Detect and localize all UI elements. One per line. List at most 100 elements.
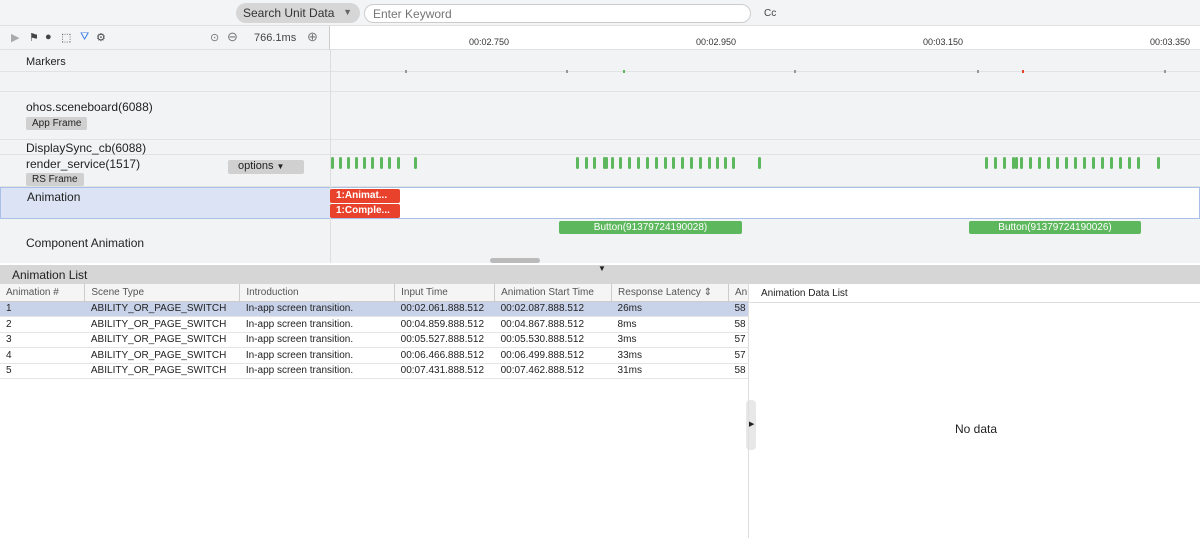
table-cell: 00:02.087.888.512: [494, 301, 612, 317]
rs-frame-bar[interactable]: [646, 157, 649, 169]
rs-frame-bar[interactable]: [1157, 157, 1160, 169]
rs-frame-bar[interactable]: [1003, 157, 1006, 169]
rs-frame-bar[interactable]: [699, 157, 702, 169]
rs-frame-bar[interactable]: [758, 157, 761, 169]
marker-tick[interactable]: [623, 70, 625, 73]
rs-frame-bar[interactable]: [994, 157, 997, 169]
rs-frame-bar[interactable]: [690, 157, 693, 169]
rs-frame-bar[interactable]: [664, 157, 667, 169]
table-cell: ABILITY_OR_PAGE_SWITCH: [84, 347, 240, 364]
rs-frame-bar[interactable]: [1083, 157, 1086, 169]
play-icon[interactable]: ▶: [11, 31, 19, 44]
search-type-select[interactable]: Search Unit Data ▼: [236, 3, 360, 23]
collapse-panel-icon[interactable]: ▼: [598, 264, 606, 273]
rs-frame-bar[interactable]: [1110, 157, 1113, 169]
rs-frame-bar[interactable]: [672, 157, 675, 169]
rs-frame-bar[interactable]: [1029, 157, 1032, 169]
column-header[interactable]: An: [728, 284, 748, 302]
table-cell: 00:06.466.888.512: [394, 347, 495, 364]
rs-frame-bar[interactable]: [716, 157, 719, 169]
rs-frame-bar[interactable]: [380, 157, 383, 169]
horizontal-scrollbar[interactable]: [490, 258, 540, 263]
time-ruler[interactable]: 00:02.750 00:02.950 00:03.150 00:03.350: [330, 26, 1200, 50]
rs-frame-bar[interactable]: [397, 157, 400, 169]
match-case-toggle[interactable]: Cc: [764, 8, 776, 19]
rs-frame-bar[interactable]: [1074, 157, 1077, 169]
column-header[interactable]: Input Time: [394, 284, 496, 302]
marker-tick[interactable]: [405, 70, 407, 73]
rs-frame-bar[interactable]: [585, 157, 588, 169]
column-header[interactable]: Scene Type: [84, 284, 241, 302]
rs-frame-bar[interactable]: [371, 157, 374, 169]
rs-frame-bar[interactable]: [363, 157, 366, 169]
rs-frame-bar[interactable]: [619, 157, 622, 169]
table-cell: 1: [0, 301, 85, 317]
rs-frame-bar[interactable]: [1065, 157, 1068, 169]
rs-frame-bar[interactable]: [339, 157, 342, 169]
lane-markers[interactable]: Markers: [0, 50, 1200, 72]
rs-frame-bar[interactable]: [347, 157, 350, 169]
rs-frame-bar[interactable]: [985, 157, 988, 169]
chevron-down-icon: ▼: [276, 162, 285, 171]
table-row[interactable]: 2 ABILITY_OR_PAGE_SWITCH In-app screen tra…: [0, 316, 748, 333]
rs-frame-bar[interactable]: [1128, 157, 1131, 169]
options-dropdown[interactable]: options ▼: [228, 160, 304, 174]
selection-icon[interactable]: ⬚: [61, 31, 71, 44]
animation-complete-slice[interactable]: 1:Comple...: [330, 204, 400, 218]
lane-animation[interactable]: Animation: [0, 187, 1200, 219]
rs-frame-bar[interactable]: [637, 157, 640, 169]
table-row[interactable]: 3 ABILITY_OR_PAGE_SWITCH In-app screen tra…: [0, 332, 748, 348]
marker-tick[interactable]: [566, 70, 568, 73]
search-input[interactable]: [364, 4, 751, 23]
reset-zoom-icon[interactable]: ⊙: [210, 31, 219, 44]
marker-tick[interactable]: [1022, 70, 1024, 73]
rs-frame-bar[interactable]: [576, 157, 579, 169]
column-header[interactable]: Introduction: [239, 284, 396, 302]
table-row[interactable]: 1 ABILITY_OR_PAGE_SWITCH In-app screen tra…: [0, 301, 748, 317]
rs-frame-bar[interactable]: [1020, 157, 1023, 169]
rs-frame-bar[interactable]: [605, 157, 608, 169]
zoom-in-icon[interactable]: ⊕: [307, 29, 318, 45]
rs-frame-bar[interactable]: [655, 157, 658, 169]
rs-frame-bar[interactable]: [724, 157, 727, 169]
table-cell: 31ms: [611, 363, 729, 379]
rs-frame-bar[interactable]: [1119, 157, 1122, 169]
column-header[interactable]: Animation #: [0, 284, 86, 302]
lane-displaysync[interactable]: DisplaySync_cb(6088): [0, 140, 1200, 155]
rs-frame-bar[interactable]: [331, 157, 334, 169]
marker-tick[interactable]: [794, 70, 796, 73]
rs-frame-bar[interactable]: [1056, 157, 1059, 169]
filter-icon[interactable]: ⛛: [80, 31, 89, 44]
component-animation-slice[interactable]: Button(91379724190026): [969, 221, 1141, 234]
rs-frame-bar[interactable]: [708, 157, 711, 169]
rs-frame-bar[interactable]: [1137, 157, 1140, 169]
rs-frame-bar[interactable]: [388, 157, 391, 169]
marker-tick[interactable]: [977, 70, 979, 73]
rs-frame-bar[interactable]: [355, 157, 358, 169]
add-circle-icon[interactable]: ●: [45, 31, 52, 43]
table-row[interactable]: 5 ABILITY_OR_PAGE_SWITCH In-app screen tra…: [0, 363, 748, 379]
table-row[interactable]: 4 ABILITY_OR_PAGE_SWITCH In-app screen tra…: [0, 347, 748, 364]
rs-frame-bar[interactable]: [1015, 157, 1018, 169]
rs-frame-bar[interactable]: [414, 157, 417, 169]
column-header[interactable]: Animation Start Time: [494, 284, 613, 302]
table-cell: 58: [728, 301, 748, 317]
marker-tick[interactable]: [1164, 70, 1166, 73]
rs-frame-bar[interactable]: [1092, 157, 1095, 169]
rs-frame-bar[interactable]: [611, 157, 614, 169]
rs-frame-bar[interactable]: [1038, 157, 1041, 169]
rs-frame-bar[interactable]: [681, 157, 684, 169]
rs-frame-bar[interactable]: [1047, 157, 1050, 169]
gear-icon[interactable]: ⚙: [96, 31, 106, 44]
lane-sceneboard[interactable]: ohos.sceneboard(6088) App Frame: [0, 92, 1200, 140]
component-animation-slice[interactable]: Button(91379724190028): [559, 221, 742, 234]
zoom-out-icon[interactable]: ⊖: [227, 29, 238, 45]
flag-icon[interactable]: ⚑: [29, 31, 39, 44]
rs-frame-bar[interactable]: [732, 157, 735, 169]
divider: [749, 302, 1200, 303]
rs-frame-bar[interactable]: [593, 157, 596, 169]
rs-frame-bar[interactable]: [1101, 157, 1104, 169]
column-header[interactable]: Response Latency ⇕: [611, 284, 729, 302]
animation-slice[interactable]: 1:Animat...: [330, 189, 400, 203]
rs-frame-bar[interactable]: [628, 157, 631, 169]
